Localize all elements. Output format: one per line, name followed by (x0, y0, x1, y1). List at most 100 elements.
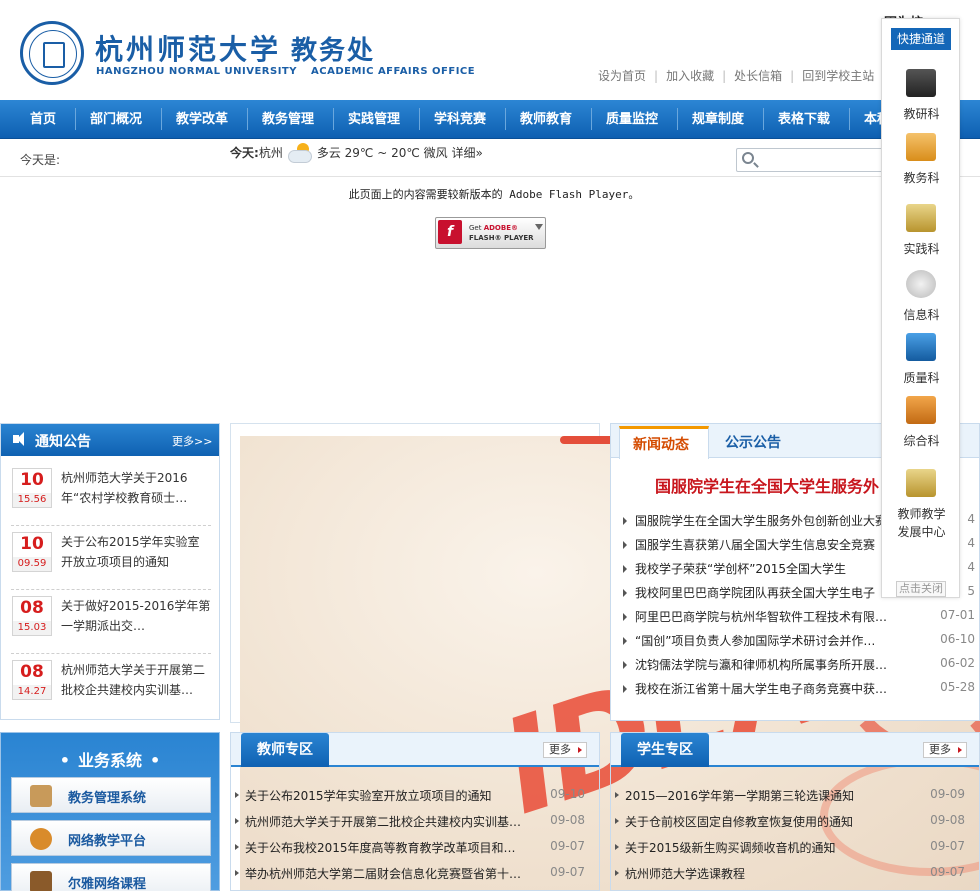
bullet-arrow-icon (623, 589, 627, 597)
nav-divider (505, 108, 506, 130)
nav-divider (591, 108, 592, 130)
news-item-title[interactable]: “国创”项目负责人参加国际学术研讨会并作… (635, 632, 895, 649)
tab-news[interactable]: 新闻动态 (619, 426, 709, 459)
news-item[interactable]: “国创”项目负责人参加国际学术研讨会并作… 06-10 (621, 629, 975, 653)
teacher-list-item[interactable]: 举办杭州师范大学第二届财会信息化竞赛暨省第十… 09-07 (233, 861, 595, 886)
notice-item-title[interactable]: 关于做好2015-2016学年第一学期派出交… (61, 596, 211, 636)
notice-item[interactable]: 10 09.59 关于公布2015学年实验室开放立项项目的通知 (11, 526, 211, 590)
pen-icon (906, 396, 936, 424)
teacher-zone-title[interactable]: 教师专区 (241, 733, 329, 767)
student-zone-header: 学生专区 更多 (611, 733, 979, 767)
nav-home[interactable]: 首页 (30, 100, 56, 139)
student-list-item[interactable]: 杭州师范大学选课教程 09-07 (613, 861, 975, 886)
student-list-item[interactable]: 关于2015级新生购买调频收音机的通知 09-07 (613, 835, 975, 860)
nav-form-download[interactable]: 表格下载 (778, 100, 830, 139)
student-item-title[interactable]: 关于仓前校区固定自修教室恢复使用的通知 (625, 813, 915, 830)
erya-online-course-link[interactable]: 尔雅网络课程 (11, 863, 211, 891)
teacher-list-item[interactable]: 杭州师范大学关于开展第二批校企共建校内实训基… 09-08 (233, 809, 595, 834)
nav-academic-management[interactable]: 教务管理 (262, 100, 314, 139)
weather-widget[interactable]: 今天:杭州 多云 29℃ ~ 20℃ 微风 详细» (230, 143, 483, 163)
date-time: 14.27 (13, 685, 51, 699)
university-name-en: HANGZHOU NORMAL UNIVERSITY (96, 66, 297, 77)
university-seal-logo[interactable] (20, 21, 84, 85)
news-item[interactable]: 我校在浙江省第十届大学生电子商务竞赛中获… 05-28 (621, 677, 975, 701)
teacher-list-item[interactable]: 关于公布2015学年实验室开放立项项目的通知 09-10 (233, 783, 595, 808)
nav-quality-monitoring[interactable]: 质量监控 (606, 100, 658, 139)
notice-more-link[interactable]: 更多>> (172, 433, 212, 449)
divider: | (654, 69, 659, 83)
director-mailbox-link[interactable]: 处长信箱 (734, 69, 782, 83)
document-box-icon (30, 785, 52, 807)
bullet-arrow-icon (235, 844, 239, 850)
set-homepage-link[interactable]: 设为首页 (598, 69, 646, 83)
student-item-title[interactable]: 关于2015级新生购买调频收音机的通知 (625, 839, 915, 856)
news-item-title[interactable]: 我校在浙江省第十届大学生电子商务竞赛中获… (635, 680, 895, 697)
news-item-title[interactable]: 我校学子荣获“学创杯”2015全国大学生 (635, 560, 895, 577)
student-item-date: 09-07 (930, 839, 965, 853)
notice-item[interactable]: 08 15.03 关于做好2015-2016学年第一学期派出交… (11, 590, 211, 654)
news-item-title[interactable]: 国服学生喜获第八届全国大学生信息安全竞赛 (635, 536, 895, 553)
teacher-zone-more-button[interactable]: 更多 (543, 742, 587, 758)
nav-divider (849, 108, 850, 130)
teacher-item-title[interactable]: 举办杭州师范大学第二届财会信息化竞赛暨省第十… (245, 865, 535, 882)
notice-item-title[interactable]: 杭州师范大学关于2016年“农村学校教育硕士… (61, 468, 211, 508)
nav-divider (333, 108, 334, 130)
date-badge: 08 14.27 (12, 660, 52, 700)
news-item-date: 4 (967, 536, 975, 550)
nav-divider (75, 108, 76, 130)
news-headline[interactable]: 国服院学生在全国大学生服务外 (655, 473, 879, 497)
student-item-title[interactable]: 杭州师范大学选课教程 (625, 865, 915, 882)
teacher-item-title[interactable]: 关于公布我校2015年度高等教育教学改革项目和… (245, 839, 535, 856)
close-sidebar-button[interactable]: 点击关闭 (896, 581, 946, 597)
student-list-item[interactable]: 2015—2016学年第一学期第三轮选课通知 09-09 (613, 783, 975, 808)
bullet-arrow-icon (615, 792, 619, 798)
date-badge: 10 15.56 (12, 468, 52, 508)
add-favorite-link[interactable]: 加入收藏 (666, 69, 714, 83)
notice-item[interactable]: 10 15.56 杭州师范大学关于2016年“农村学校教育硕士… (11, 462, 211, 526)
nav-practice-management[interactable]: 实践管理 (348, 100, 400, 139)
news-item-title[interactable]: 国服院学生在全国大学生服务外包创新创业大赛 (635, 512, 895, 529)
nav-teaching-reform[interactable]: 教学改革 (176, 100, 228, 139)
tab-news-label: 新闻动态 (633, 437, 689, 453)
nav-regulations[interactable]: 规章制度 (692, 100, 744, 139)
student-zone-more-button[interactable]: 更多 (923, 742, 967, 758)
teacher-list-item[interactable]: 关于公布我校2015年度高等教育教学改革项目和… 09-07 (233, 835, 595, 860)
notice-title: 通知公告 (35, 434, 91, 450)
biz-item-label: 教务管理系统 (68, 791, 147, 806)
student-list-item[interactable]: 关于仓前校区固定自修教室恢复使用的通知 09-08 (613, 809, 975, 834)
student-item-title[interactable]: 2015—2016学年第一学期第三轮选课通知 (625, 787, 915, 804)
teacher-item-title[interactable]: 关于公布2015学年实验室开放立项项目的通知 (245, 787, 535, 804)
folder-search-icon (906, 133, 936, 161)
flash-required-message: 此页面上的内容需要较新版本的 Adobe Flash Player。 (348, 188, 640, 201)
nav-department[interactable]: 部门概况 (90, 100, 142, 139)
school-main-site-link[interactable]: 回到学校主站 (802, 69, 874, 83)
student-zone-panel: 学生专区 更多 2015—2016学年第一学期第三轮选课通知 09-09 关于仓前… (610, 732, 980, 891)
quick-item-label: 质量科 (903, 371, 940, 385)
bullet-arrow-icon (615, 870, 619, 876)
bullet-arrow-icon (623, 661, 627, 669)
search-icon[interactable] (742, 152, 754, 164)
quick-item-label: 教研科 (903, 107, 940, 121)
news-item-title[interactable]: 沈钧儒法学院与瀛和律师机构所属事务所开展… (635, 656, 895, 673)
nav-teacher-education[interactable]: 教师教育 (520, 100, 572, 139)
notice-item[interactable]: 08 14.27 杭州师范大学关于开展第二批校企共建校内实训基… (11, 654, 211, 718)
news-item[interactable]: 沈钧儒法学院与瀛和律师机构所属事务所开展… 06-02 (621, 653, 975, 677)
news-item-title[interactable]: 我校阿里巴巴商学院团队再获全国大学生电子 (635, 584, 895, 601)
tab-announcements[interactable]: 公示公告 (725, 432, 781, 452)
site-logo-title[interactable]: 杭州师范大学 教务处 (95, 28, 375, 68)
student-zone-title[interactable]: 学生专区 (621, 733, 709, 767)
academic-management-system-link[interactable]: 教务管理系统 (11, 777, 211, 813)
keyboard-icon (906, 69, 936, 97)
online-teaching-platform-link[interactable]: 网络教学平台 (11, 820, 211, 856)
notice-item-title[interactable]: 关于公布2015学年实验室开放立项项目的通知 (61, 532, 211, 572)
nav-competitions[interactable]: 学科竞赛 (434, 100, 486, 139)
news-item-date: 06-10 (940, 632, 975, 646)
news-item-title[interactable]: 阿里巴巴商学院与杭州华智软件工程技术有限… (635, 608, 895, 625)
teacher-item-title[interactable]: 杭州师范大学关于开展第二批校企共建校内实训基… (245, 813, 535, 830)
download-arrow-icon (535, 224, 543, 230)
student-item-date: 09-09 (930, 787, 965, 801)
notice-item-title[interactable]: 杭州师范大学关于开展第二批校企共建校内实训基… (61, 660, 211, 700)
student-item-date: 09-08 (930, 813, 965, 827)
search-input[interactable] (736, 148, 886, 172)
news-item[interactable]: 阿里巴巴商学院与杭州华智软件工程技术有限… 07-01 (621, 605, 975, 629)
